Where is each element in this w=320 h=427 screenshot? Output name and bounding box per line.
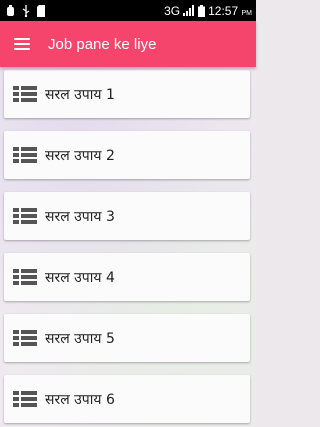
- list-item-5[interactable]: सरल उपाय 5: [4, 314, 250, 362]
- list-item-label: सरल उपाय 4: [45, 269, 115, 286]
- app-bar: Job pane ke liye: [0, 21, 256, 67]
- usb-icon: [22, 4, 30, 17]
- list-item-label: सरल उपाय 2: [45, 147, 115, 164]
- content-list[interactable]: सरल उपाय 1 सरल उपाय 2 सरल उपाय 3 सरल उपाय 4…: [0, 67, 256, 427]
- clock: 12:57 PM: [208, 3, 252, 18]
- list-icon: [13, 391, 37, 407]
- list-icon: [13, 86, 37, 102]
- list-item-2[interactable]: सरल उपाय 2: [4, 131, 250, 179]
- status-indicators: 3G 12:57 PM: [164, 4, 252, 18]
- sd-card-icon: [37, 4, 45, 17]
- notification-icons: [6, 4, 45, 17]
- battery-icon: [198, 4, 206, 17]
- debug-icon: [7, 4, 14, 16]
- list-item-1[interactable]: सरल उपाय 1: [4, 70, 250, 118]
- list-icon: [13, 269, 37, 285]
- list-icon: [13, 147, 37, 163]
- page-title: Job pane ke liye: [48, 35, 157, 53]
- status-bar: 3G 12:57 PM: [0, 0, 256, 21]
- list-item-label: सरल उपाय 1: [45, 86, 115, 103]
- list-item-label: सरल उपाय 3: [45, 208, 115, 225]
- network-type: 3G: [164, 3, 181, 18]
- list-item-4[interactable]: सरल उपाय 4: [4, 253, 250, 301]
- signal-icon: [183, 5, 195, 16]
- list-icon: [13, 208, 37, 224]
- list-icon: [13, 330, 37, 346]
- list-item-6[interactable]: सरल उपाय 6: [4, 375, 250, 423]
- list-item-3[interactable]: सरल उपाय 3: [4, 192, 250, 240]
- list-item-label: सरल उपाय 5: [45, 330, 115, 347]
- list-item-label: सरल उपाय 6: [45, 391, 115, 408]
- hamburger-menu-icon[interactable]: [14, 38, 30, 50]
